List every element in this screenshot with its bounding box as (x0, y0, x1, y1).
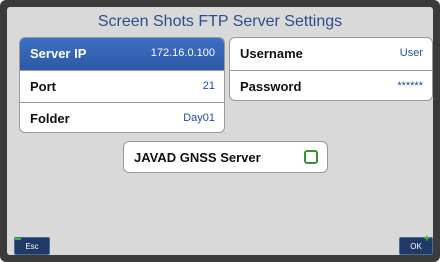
javad-gnss-server-label: JAVAD GNSS Server (134, 150, 261, 165)
settings-screen: Screen Shots FTP Server Settings Server … (7, 7, 433, 255)
ok-button[interactable]: + OK (399, 233, 433, 255)
username-label: Username (240, 46, 303, 61)
page-title: Screen Shots FTP Server Settings (97, 13, 343, 30)
password-label: Password (240, 79, 302, 94)
folder-value: Day01 (183, 112, 215, 124)
server-ip-field[interactable]: Server IP 172.16.0.100 (20, 38, 224, 70)
ok-label: OK (410, 242, 422, 251)
credentials-panel: Username User Password ****** (229, 37, 433, 101)
minus-icon (15, 238, 21, 240)
folder-field[interactable]: Folder Day01 (20, 102, 224, 132)
device-frame: Screen Shots FTP Server Settings Server … (0, 0, 440, 262)
server-ip-value: 172.16.0.100 (150, 47, 215, 59)
password-field[interactable]: Password ****** (230, 70, 432, 100)
javad-gnss-server-checkbox[interactable] (304, 150, 318, 164)
username-value: User (399, 47, 423, 59)
plus-icon: + (423, 233, 430, 245)
port-label: Port (30, 79, 56, 94)
esc-button[interactable]: Esc (14, 237, 50, 255)
javad-gnss-server-toggle[interactable]: JAVAD GNSS Server (123, 141, 328, 173)
esc-label: Esc (25, 242, 39, 251)
server-settings-panel: Server IP 172.16.0.100 Port 21 Folder Da… (19, 37, 225, 133)
port-value: 21 (202, 80, 215, 92)
port-field[interactable]: Port 21 (20, 70, 224, 102)
server-ip-label: Server IP (30, 46, 87, 61)
folder-label: Folder (30, 111, 70, 126)
password-value: ****** (397, 80, 423, 92)
username-field[interactable]: Username User (230, 38, 432, 70)
